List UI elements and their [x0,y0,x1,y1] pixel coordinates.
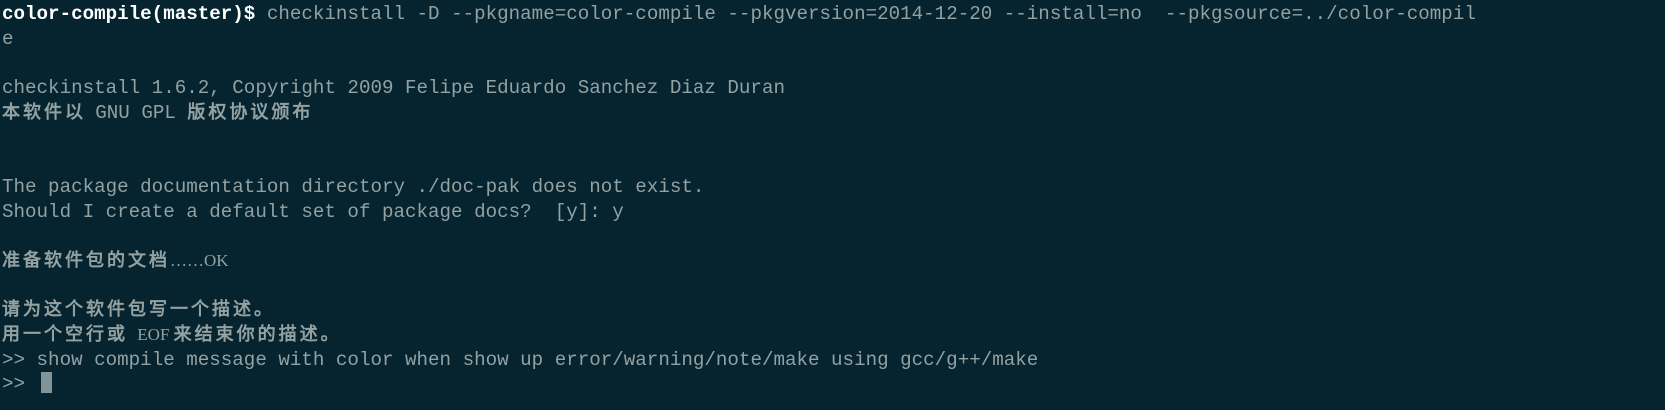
current-input-line[interactable]: >> [2,372,1665,397]
describe-end-line: 用一个空行或 EOF 来结束你的描述。 [2,323,1665,348]
license-text-post: 版权协议颁布 [187,101,314,123]
description-text: show compile message with color when sho… [36,348,1039,371]
current-prompt: >> [2,373,37,396]
terminal-window[interactable]: color-compile(master)$ checkinstall -D -… [0,0,1665,410]
describe-end-eof: EOF [137,324,174,344]
command-line-wrap: e [2,27,14,50]
license-gnu: GNU GPL [95,101,188,124]
describe-end-post: 来结束你的描述。 [173,323,342,345]
preparing-text: 准备软件包的文档 [2,249,170,271]
preparing-line: 准备软件包的文档……OK [2,249,1665,274]
license-text-pre: 本软件以 [2,101,96,123]
input-prompt: >> [2,348,37,371]
preparing-ok: ……OK [170,250,229,270]
terminal-cursor[interactable] [40,372,52,394]
describe-end-pre: 用一个空行或 [2,323,138,345]
doc-missing-line: The package documentation directory ./do… [2,175,705,198]
description-input-line: >> show compile message with color when … [2,348,1665,373]
command-line: color-compile(master)$ checkinstall -D -… [2,2,1665,27]
shell-command: checkinstall -D --pkgname=color-compile … [266,3,1476,25]
version-line: checkinstall 1.6.2, Copyright 2009 Felip… [2,77,785,100]
describe-prompt-text: 请为这个软件包写一个描述。 [2,299,275,321]
license-line: 本软件以 GNU GPL 版权协议颁布 [2,101,1665,126]
doc-question-line: Should I create a default set of package… [2,200,624,223]
describe-prompt-line: 请为这个软件包写一个描述。 [2,298,1665,323]
shell-prompt: color-compile(master)$ [2,3,267,25]
